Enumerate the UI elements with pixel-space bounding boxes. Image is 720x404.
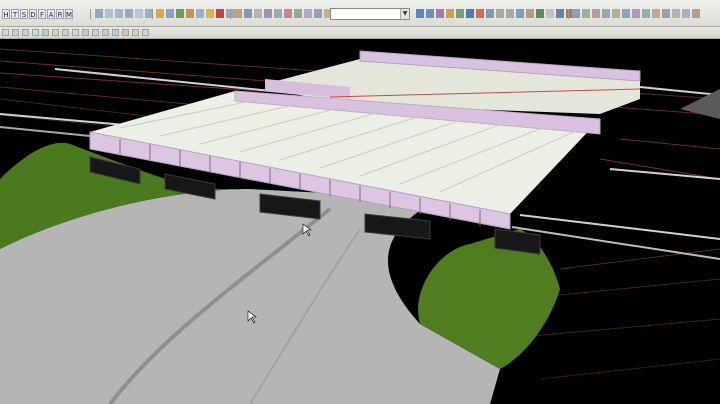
route-icon[interactable] [486,9,494,18]
layers-icon[interactable] [132,29,139,36]
render-icon[interactable] [216,9,224,18]
iso-view-icon[interactable] [82,29,89,36]
extra-tools-group [572,9,700,18]
terrain-icon[interactable] [456,9,464,18]
reset-icon[interactable] [142,29,149,36]
lock-icon[interactable] [112,29,119,36]
zoom-in-icon[interactable] [125,9,133,18]
zoom-icon[interactable] [12,29,19,36]
section-icon[interactable] [582,9,590,18]
info-icon[interactable] [682,9,690,18]
application-window: H T S D F A R M ▼ [0,0,720,404]
report-icon[interactable] [602,9,610,18]
move-icon[interactable] [244,9,252,18]
copy-icon[interactable] [254,9,262,18]
fly-icon[interactable] [516,9,524,18]
top-view-icon[interactable] [52,29,59,36]
toolbar-separator [90,9,91,19]
zoom-out-icon[interactable] [135,9,143,18]
material-icon[interactable] [186,9,194,18]
flag-icon[interactable] [476,9,484,18]
zoom-window-icon[interactable] [105,9,113,18]
3d-viewport[interactable] [0,39,720,404]
paint-icon[interactable] [102,29,109,36]
animation-icon[interactable] [632,9,640,18]
display-tools-group [416,9,574,18]
snap-icon[interactable] [294,9,302,18]
save-icon[interactable] [166,9,174,18]
mode-button-h[interactable]: H [2,9,10,19]
texture-icon[interactable] [436,9,444,18]
shade-icon[interactable] [426,9,434,18]
secondary-tools-group [2,29,149,36]
mode-button-f[interactable]: F [38,9,46,19]
mode-button-d[interactable]: D [29,9,37,19]
perspective-icon[interactable] [92,29,99,36]
select-icon[interactable] [234,9,242,18]
mode-button-t[interactable]: T [11,9,19,19]
plugin-icon[interactable] [652,9,660,18]
edit-tools-group [234,9,332,18]
magnify-icon[interactable] [22,29,29,36]
pan-icon[interactable] [95,9,103,18]
print-icon[interactable] [612,9,620,18]
guardrail-right-upper [609,168,720,180]
guardrail-right-middle [519,214,720,240]
layer-icon[interactable] [176,9,184,18]
undo-icon[interactable] [496,9,504,18]
delete-icon[interactable] [284,9,292,18]
render-tools-group [156,9,234,18]
grid-icon[interactable] [274,9,282,18]
view-tools-group [95,9,153,18]
draw-line-icon[interactable] [304,9,312,18]
fit-icon[interactable] [32,29,39,36]
export-icon[interactable] [622,9,630,18]
mode-letter-buttons: H T S D F A R M [2,9,73,19]
bridge-scene [0,48,720,404]
side-view-icon[interactable] [72,29,79,36]
camera-icon[interactable] [196,9,204,18]
table-icon[interactable] [572,9,580,18]
text-icon[interactable] [314,9,322,18]
measure-icon[interactable] [264,9,272,18]
mode-button-m[interactable]: M [65,9,73,19]
mode-button-r[interactable]: R [56,9,64,19]
record-icon[interactable] [642,9,650,18]
zoom-extents-icon[interactable] [115,9,123,18]
toolbar-separator [230,9,231,19]
sky-icon[interactable] [556,9,564,18]
select-arrow-icon[interactable] [2,29,9,36]
front-view-icon[interactable] [62,29,69,36]
open-icon[interactable] [156,9,164,18]
main-toolbar: H T S D F A R M ▼ [0,0,720,27]
help-icon[interactable] [672,9,680,18]
fog-icon[interactable] [546,9,554,18]
mode-button-s[interactable]: S [20,9,28,19]
window-icon[interactable] [662,9,670,18]
toolbar-separator [568,9,569,19]
toolbar-separator [152,9,153,19]
chevron-down-icon[interactable]: ▼ [400,9,409,19]
walk-icon[interactable] [526,9,534,18]
redo-icon[interactable] [506,9,514,18]
orbit-icon[interactable] [42,29,49,36]
options-icon[interactable] [692,9,700,18]
mode-button-a[interactable]: A [47,9,55,19]
profile-icon[interactable] [592,9,600,18]
tree-icon[interactable] [536,9,544,18]
view-selector-combo[interactable]: ▼ [330,8,410,20]
secondary-toolbar [0,27,720,39]
sun-icon[interactable] [446,9,454,18]
lamp-icon[interactable] [122,29,129,36]
globe-icon[interactable] [416,9,424,18]
light-icon[interactable] [206,9,214,18]
water-icon[interactable] [466,9,474,18]
